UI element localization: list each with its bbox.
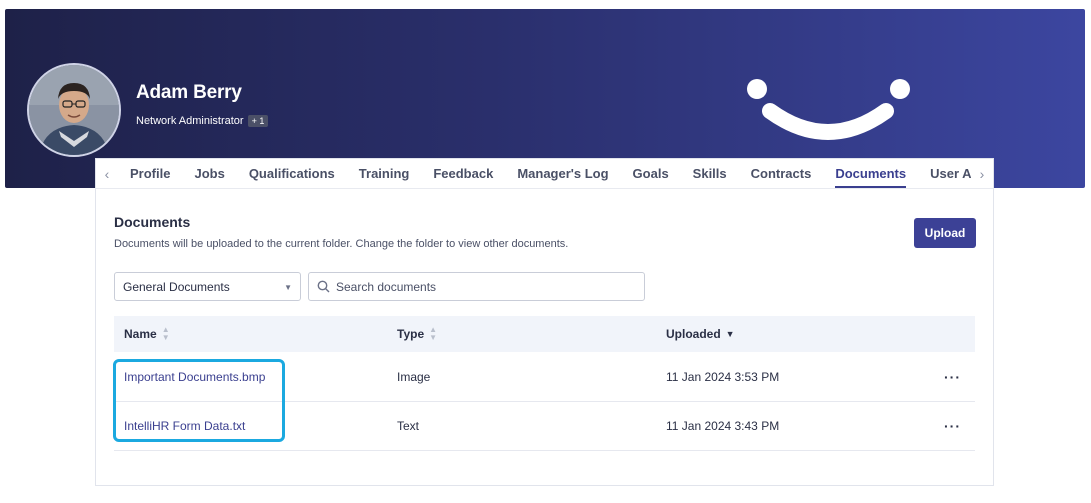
column-type-label: Type (397, 327, 425, 341)
column-header-type[interactable]: Type ▲ ▼ (397, 316, 437, 352)
tabs-scroll-left-icon[interactable]: ‹ (96, 159, 118, 188)
profile-tabs: ‹ Profile Jobs Qualifications Training F… (95, 158, 994, 188)
file-name-link[interactable]: IntelliHR Form Data.txt (124, 419, 245, 433)
tab-skills[interactable]: Skills (681, 159, 739, 188)
sort-descending-icon: ▼ (725, 329, 735, 339)
column-header-name[interactable]: Name ▲ ▼ (124, 316, 170, 352)
smile-logo-icon (747, 79, 910, 140)
documents-panel: Documents Documents will be uploaded to … (95, 188, 994, 486)
tab-user-account[interactable]: User Account (918, 159, 971, 188)
panel-description: Documents will be uploaded to the curren… (114, 238, 569, 250)
column-name-label: Name (124, 327, 157, 341)
tab-managers-log[interactable]: Manager's Log (505, 159, 620, 188)
column-uploaded-label: Uploaded (666, 327, 721, 341)
file-name-link[interactable]: Important Documents.bmp (124, 370, 265, 384)
table-row: IntelliHR Form Data.txt Text 11 Jan 2024… (114, 401, 975, 451)
table-row: Important Documents.bmp Image 11 Jan 202… (114, 352, 975, 402)
file-type: Text (397, 418, 420, 433)
search-input[interactable] (336, 279, 626, 294)
tab-jobs[interactable]: Jobs (182, 159, 236, 188)
upload-button[interactable]: Upload (914, 218, 976, 248)
folder-select-value: General Documents (123, 279, 230, 294)
uploaded-date: 11 Jan 2024 3:43 PM (666, 418, 780, 433)
column-header-uploaded[interactable]: Uploaded ▼ (666, 316, 735, 352)
role-count-badge[interactable]: + 1 (247, 115, 269, 127)
uploaded-date: 11 Jan 2024 3:53 PM (666, 369, 780, 384)
panel-title: Documents (114, 214, 191, 230)
file-type: Image (397, 369, 431, 384)
tabs-scroll-right-icon[interactable]: › (971, 159, 993, 188)
caret-down-icon: ▼ (284, 283, 292, 292)
role-label: Network Administrator (136, 115, 244, 127)
avatar-photo (29, 65, 119, 155)
search-box[interactable] (308, 272, 645, 301)
sort-icon: ▲ ▼ (161, 325, 170, 342)
tab-list: Profile Jobs Qualifications Training Fee… (118, 159, 971, 188)
search-icon (317, 280, 330, 293)
more-options-icon[interactable]: ··· (944, 418, 961, 434)
tab-contracts[interactable]: Contracts (739, 159, 824, 188)
tab-documents[interactable]: Documents (823, 159, 918, 188)
sort-icon: ▲ ▼ (429, 325, 438, 342)
profile-name: Adam Berry (136, 82, 242, 103)
more-options-icon[interactable]: ··· (944, 369, 961, 385)
profile-role: Network Administrator + 1 (136, 115, 269, 127)
tab-training[interactable]: Training (347, 159, 422, 188)
tab-qualifications[interactable]: Qualifications (237, 159, 347, 188)
tab-profile[interactable]: Profile (118, 159, 182, 188)
folder-select[interactable]: General Documents ▼ (114, 272, 301, 301)
table-header: Name ▲ ▼ Type ▲ ▼ Uploaded ▼ (114, 316, 975, 352)
tab-goals[interactable]: Goals (621, 159, 681, 188)
tab-feedback[interactable]: Feedback (421, 159, 505, 188)
avatar[interactable] (27, 63, 121, 157)
